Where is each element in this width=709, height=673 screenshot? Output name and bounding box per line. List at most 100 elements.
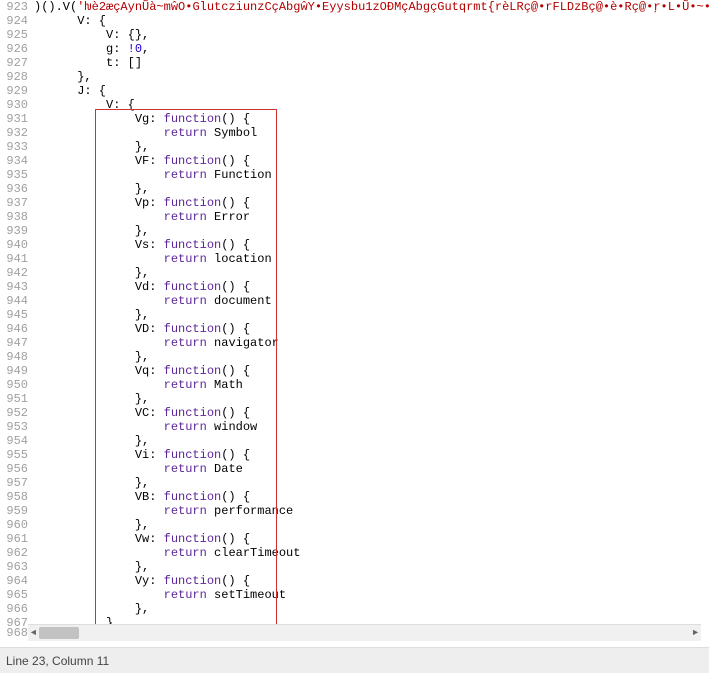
code-content[interactable]: Vp: function() { — [34, 196, 250, 210]
code-line[interactable]: 965 return setTimeout — [0, 588, 709, 602]
code-content[interactable]: return Symbol — [34, 126, 257, 140]
code-content[interactable]: Vd: function() { — [34, 280, 250, 294]
code-line[interactable]: 958 VB: function() { — [0, 490, 709, 504]
code-line[interactable]: 955 Vi: function() { — [0, 448, 709, 462]
code-line[interactable]: 956 return Date — [0, 462, 709, 476]
line-number: 957 — [0, 476, 34, 490]
code-line[interactable]: 931 Vg: function() { — [0, 112, 709, 126]
code-line[interactable]: 946 VD: function() { — [0, 322, 709, 336]
code-line[interactable]: 927 t: [] — [0, 56, 709, 70]
code-content[interactable]: V: {}, — [34, 28, 149, 42]
code-content[interactable]: V: { — [34, 98, 135, 112]
code-content[interactable]: Vy: function() { — [34, 574, 250, 588]
code-line[interactable]: 928 }, — [0, 70, 709, 84]
code-content[interactable]: return setTimeout — [34, 588, 286, 602]
code-content[interactable]: }, — [34, 518, 149, 532]
code-line[interactable]: 924 V: { — [0, 14, 709, 28]
code-content[interactable]: return navigator — [34, 336, 279, 350]
code-content[interactable]: return Math — [34, 378, 243, 392]
code-line[interactable]: 925 V: {}, — [0, 28, 709, 42]
code-line[interactable]: 942 }, — [0, 266, 709, 280]
code-line[interactable]: 938 return Error — [0, 210, 709, 224]
scroll-left-arrow-icon[interactable]: ◄ — [28, 625, 39, 641]
code-content[interactable]: }, — [34, 224, 149, 238]
code-content[interactable]: }, — [34, 70, 92, 84]
code-line[interactable]: 930 V: { — [0, 98, 709, 112]
code-content[interactable]: VB: function() { — [34, 490, 250, 504]
keyword-return: return — [164, 462, 207, 476]
code-line[interactable]: 934 VF: function() { — [0, 154, 709, 168]
code-line[interactable]: 926 g: !0, — [0, 42, 709, 56]
code-line[interactable]: 945 }, — [0, 308, 709, 322]
code-content[interactable]: return document — [34, 294, 272, 308]
code-content[interactable]: }, — [34, 266, 149, 280]
code-line[interactable]: 929 J: { — [0, 84, 709, 98]
code-line[interactable]: 932 return Symbol — [0, 126, 709, 140]
code-line[interactable]: 943 Vd: function() { — [0, 280, 709, 294]
code-content[interactable]: return Error — [34, 210, 250, 224]
code-line[interactable]: 944 return document — [0, 294, 709, 308]
code-line[interactable]: 951 }, — [0, 392, 709, 406]
code-content[interactable]: VF: function() { — [34, 154, 250, 168]
code-content[interactable]: )().V('ƕè2æçAynŨà~mŵO•GlutcziunzCçAbgŵY•… — [34, 0, 709, 14]
code-content[interactable]: return Function — [34, 168, 272, 182]
code-content[interactable]: return location — [34, 252, 272, 266]
code-content[interactable]: }, — [34, 182, 149, 196]
code-line[interactable]: 923)().V('ƕè2æçAynŨà~mŵO•GlutcziunzCçAbg… — [0, 0, 709, 14]
code-line[interactable]: 949 Vq: function() { — [0, 364, 709, 378]
code-content[interactable]: return clearTimeout — [34, 546, 300, 560]
code-line[interactable]: 935 return Function — [0, 168, 709, 182]
code-line[interactable]: 954 }, — [0, 434, 709, 448]
code-content[interactable]: t: [] — [34, 56, 142, 70]
code-line[interactable]: 959 return performance — [0, 504, 709, 518]
scroll-thumb[interactable] — [39, 627, 79, 639]
keyword-function: function — [164, 112, 222, 126]
code-line[interactable]: 939 }, — [0, 224, 709, 238]
code-content[interactable]: }, — [34, 308, 149, 322]
code-line[interactable]: 948 }, — [0, 350, 709, 364]
code-content[interactable]: return window — [34, 420, 257, 434]
code-content[interactable]: Vq: function() { — [34, 364, 250, 378]
code-content[interactable]: }, — [34, 350, 149, 364]
code-content[interactable]: J: { — [34, 84, 106, 98]
code-content[interactable]: VD: function() { — [34, 322, 250, 336]
code-content[interactable]: }, — [34, 434, 149, 448]
code-content[interactable]: }, — [34, 602, 149, 616]
code-content[interactable]: }, — [34, 140, 149, 154]
code-content[interactable]: }, — [34, 392, 149, 406]
code-line[interactable]: 961 Vw: function() { — [0, 532, 709, 546]
code-content[interactable]: Vs: function() { — [34, 238, 250, 252]
code-content[interactable]: Vg: function() { — [34, 112, 250, 126]
line-number: 938 — [0, 210, 34, 224]
code-content[interactable]: }, — [34, 560, 149, 574]
scroll-right-arrow-icon[interactable]: ► — [690, 625, 701, 641]
code-content[interactable]: return Date — [34, 462, 243, 476]
code-content[interactable]: g: !0, — [34, 42, 149, 56]
code-line[interactable]: 941 return location — [0, 252, 709, 266]
code-content[interactable]: }, — [34, 476, 149, 490]
code-line[interactable]: 937 Vp: function() { — [0, 196, 709, 210]
code-line[interactable]: 962 return clearTimeout — [0, 546, 709, 560]
code-line[interactable]: 957 }, — [0, 476, 709, 490]
code-line[interactable]: 960 }, — [0, 518, 709, 532]
line-number: 952 — [0, 406, 34, 420]
code-area[interactable]: 923)().V('ƕè2æçAynŨà~mŵO•GlutcziunzCçAbg… — [0, 0, 709, 636]
code-content[interactable]: Vi: function() { — [34, 448, 250, 462]
code-line[interactable]: 952 VC: function() { — [0, 406, 709, 420]
code-line[interactable]: 963 }, — [0, 560, 709, 574]
code-line[interactable]: 964 Vy: function() { — [0, 574, 709, 588]
code-content[interactable]: return performance — [34, 504, 293, 518]
code-content[interactable]: VC: function() { — [34, 406, 250, 420]
code-line[interactable]: 940 Vs: function() { — [0, 238, 709, 252]
keyword-function: function — [164, 448, 222, 462]
code-content[interactable]: V: { — [34, 14, 106, 28]
code-line[interactable]: 953 return window — [0, 420, 709, 434]
code-line[interactable]: 933 }, — [0, 140, 709, 154]
editor-viewport[interactable]: 923)().V('ƕè2æçAynŨà~mŵO•GlutcziunzCçAbg… — [0, 0, 709, 641]
horizontal-scrollbar[interactable]: ◄ ► — [28, 624, 701, 641]
code-line[interactable]: 947 return navigator — [0, 336, 709, 350]
code-line[interactable]: 950 return Math — [0, 378, 709, 392]
code-content[interactable]: Vw: function() { — [34, 532, 250, 546]
code-line[interactable]: 936 }, — [0, 182, 709, 196]
code-line[interactable]: 966 }, — [0, 602, 709, 616]
